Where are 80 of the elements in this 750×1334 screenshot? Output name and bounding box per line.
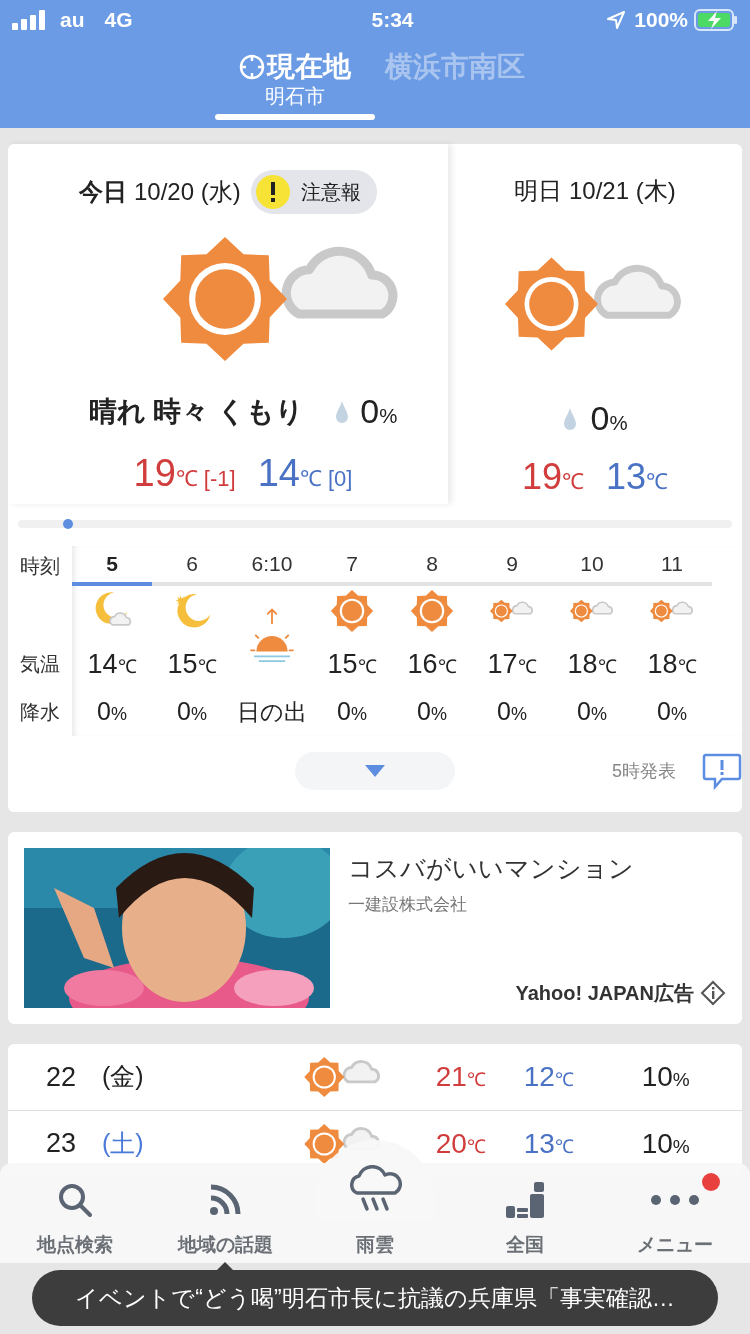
more-icon: [650, 1193, 700, 1206]
row-label: 降水: [20, 700, 61, 725]
location-arrow-icon: [606, 10, 627, 30]
day-number: 22: [46, 1060, 78, 1094]
hour-rain-chance: 0%: [177, 696, 207, 728]
clock: 5:34: [370, 7, 415, 34]
rain-chance: 10%: [641, 1126, 690, 1161]
row-label: 時刻: [20, 554, 61, 579]
sun-icon: [410, 589, 454, 633]
hour-temperature: 15℃: [327, 647, 377, 681]
ad-title: コスバがいいマンション: [348, 853, 635, 884]
day-number: 23: [46, 1127, 78, 1161]
carrier-label: au: [60, 7, 85, 34]
timeline-thumb[interactable]: [62, 519, 73, 529]
weekday-label: (金): [102, 1061, 144, 1093]
nav-item[interactable]: 全国: [450, 1163, 600, 1263]
raindrop-icon: [562, 406, 579, 431]
hour-temperature: 14℃: [87, 647, 137, 681]
hour-rain-chance: 0%: [97, 696, 127, 728]
high-temperature: 20℃: [435, 1126, 487, 1161]
low-temperature: 13℃: [523, 1126, 575, 1161]
hour-rain-chance: 0%: [337, 696, 367, 728]
hour-tab[interactable]: 10: [552, 546, 632, 586]
hour-tab[interactable]: 7: [312, 546, 392, 586]
hour-temperature: 18℃: [647, 647, 697, 681]
low-temperature: 12℃: [523, 1060, 575, 1094]
sun-cloud-icon: [303, 1056, 382, 1098]
hour-tab[interactable]: 11: [632, 546, 712, 586]
hour-tab[interactable]: 6: [152, 546, 232, 586]
nav-item[interactable]: メニュー: [600, 1163, 750, 1263]
nav-item[interactable]: 地点検索: [0, 1163, 150, 1263]
issued-time: 5時発表: [612, 759, 676, 783]
hour-tab[interactable]: 6:10: [232, 546, 312, 586]
japan-map-icon: [504, 1179, 546, 1220]
crosshair-icon: [239, 54, 265, 80]
warning-icon: [254, 174, 291, 210]
high-temperature: 19℃: [521, 455, 584, 499]
weekday-label: (土): [102, 1127, 144, 1159]
hour-rain-chance: 0%: [657, 696, 687, 728]
hour-tab[interactable]: 5: [72, 546, 152, 586]
hour-rain-chance: 0%: [577, 696, 607, 728]
sunrise-label: 日の出: [237, 697, 307, 727]
feedback-icon[interactable]: [702, 752, 742, 790]
row-label: 気温: [20, 652, 61, 677]
ad-label: Yahoo! JAPAN広告: [515, 981, 694, 1006]
rain-chance: 0%: [360, 391, 398, 432]
battery-percent: 100%: [634, 7, 688, 34]
sun-icon: [330, 589, 374, 633]
low-temperature-difference: [0]: [327, 465, 353, 493]
battery-icon: [694, 9, 738, 31]
hour-temperature: 18℃: [567, 647, 617, 681]
ad-card[interactable]: コスバがいいマンション 一建設株式会社 Yahoo! JAPAN広告: [8, 832, 742, 1024]
caret-icon: [365, 765, 385, 777]
toast-pointer: [217, 1262, 233, 1270]
hour-tab[interactable]: 8: [392, 546, 472, 586]
advertiser-name: 一建設株式会社: [348, 893, 468, 916]
nav-item[interactable]: 雨雲: [300, 1163, 450, 1263]
hour-temperature: 16℃: [407, 647, 457, 681]
network-label: 4G: [104, 7, 133, 34]
low-temperature: 14℃: [257, 451, 322, 496]
alert-badge[interactable]: 注意報: [250, 170, 377, 214]
high-temperature: 21℃: [435, 1060, 487, 1094]
low-temperature: 13℃: [606, 455, 669, 499]
high-temperature: 19℃: [133, 451, 198, 496]
hour-rain-chance: 0%: [497, 696, 527, 728]
hour-temperature: 17℃: [487, 647, 537, 681]
rain-chance: 10%: [641, 1060, 690, 1094]
weather-description: 晴れ 時々 くもり: [88, 394, 305, 429]
expand-button[interactable]: [295, 752, 455, 790]
high-temperature-difference: [-1]: [203, 465, 236, 493]
hour-rain-chance: 0%: [417, 696, 447, 728]
rain-chance: 0%: [590, 398, 628, 439]
hour-tab[interactable]: 9: [472, 546, 552, 586]
signal-icon: [12, 10, 48, 30]
nav-item[interactable]: 地域の話題: [150, 1163, 300, 1263]
info-icon[interactable]: [700, 980, 726, 1006]
raindrop-icon: [334, 399, 351, 424]
date-label: 今日 10/20 (水): [79, 177, 241, 207]
date-label: 明日 10/21 (木): [514, 175, 676, 206]
hour-temperature: 15℃: [167, 647, 217, 681]
